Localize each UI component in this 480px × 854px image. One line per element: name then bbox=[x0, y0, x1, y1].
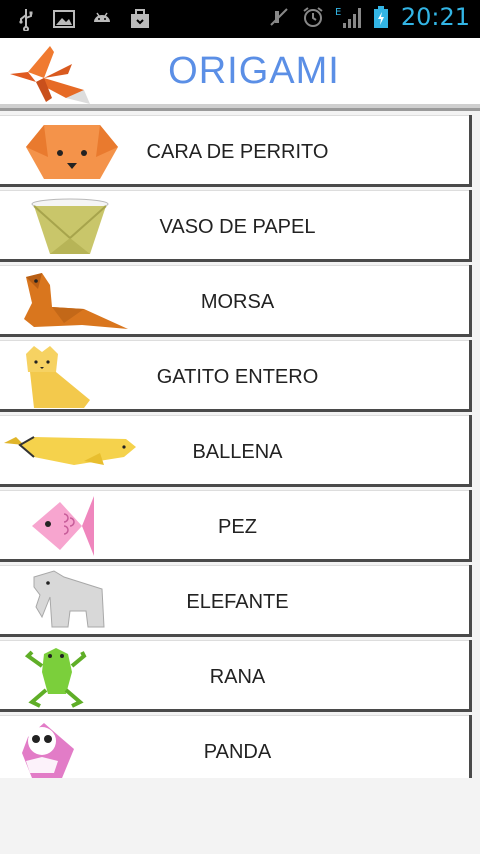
list-item-vaso-de-papel[interactable]: VASO DE PAPEL bbox=[0, 190, 472, 262]
usb-icon bbox=[19, 9, 33, 31]
signal-icon: E bbox=[335, 7, 361, 28]
list-item-morsa[interactable]: MORSA bbox=[0, 265, 472, 337]
clock: 20:21 bbox=[400, 3, 470, 31]
battery-charging-icon bbox=[373, 6, 388, 28]
app-header: ORIGAMI bbox=[0, 38, 480, 105]
origami-list[interactable]: CARA DE PERRITO VASO DE PAPEL MORSA GATI… bbox=[0, 113, 480, 778]
list-item-gatito-entero[interactable]: GATITO ENTERO bbox=[0, 340, 472, 412]
item-label: ELEFANTE bbox=[186, 591, 289, 613]
list-item-cara-de-perrito[interactable]: CARA DE PERRITO bbox=[0, 115, 472, 187]
list-item-ballena[interactable]: BALLENA bbox=[0, 415, 472, 487]
mute-icon bbox=[270, 8, 288, 26]
item-label: MORSA bbox=[200, 291, 275, 313]
status-bar: E 20:21 bbox=[0, 0, 480, 38]
item-label: GATITO ENTERO bbox=[156, 366, 319, 388]
image-icon bbox=[53, 10, 75, 28]
header-divider-shadow bbox=[0, 108, 480, 111]
item-label: BALLENA bbox=[192, 441, 283, 463]
list-item-panda[interactable]: PANDA bbox=[0, 715, 472, 778]
list-item-rana[interactable]: RANA bbox=[0, 640, 472, 712]
item-label: RANA bbox=[209, 666, 266, 688]
item-label: PANDA bbox=[203, 741, 272, 763]
bottom-empty-area bbox=[0, 778, 480, 854]
app-title: ORIGAMI bbox=[168, 50, 340, 92]
android-icon bbox=[94, 12, 110, 22]
item-label: VASO DE PAPEL bbox=[159, 216, 316, 238]
list-item-elefante[interactable]: ELEFANTE bbox=[0, 565, 472, 637]
list-item-pez[interactable]: PEZ bbox=[0, 490, 472, 562]
item-label: CARA DE PERRITO bbox=[146, 141, 329, 163]
alarm-icon bbox=[303, 7, 323, 27]
briefcase-icon bbox=[131, 9, 149, 28]
network-type-label: E bbox=[335, 7, 341, 18]
item-label: PEZ bbox=[218, 516, 257, 538]
